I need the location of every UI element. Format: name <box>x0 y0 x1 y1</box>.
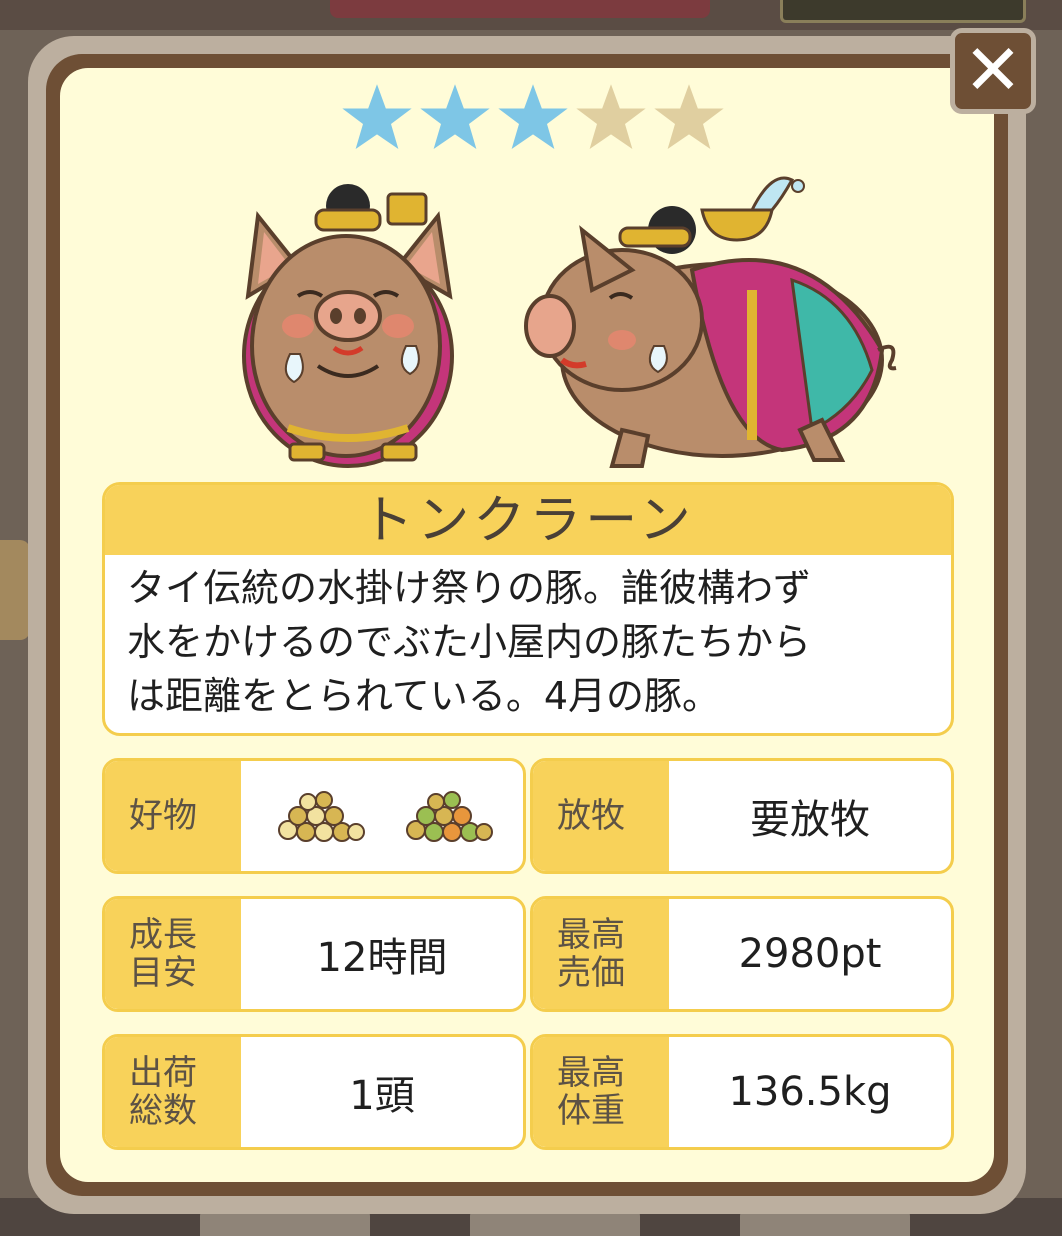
pig-description: タイ伝統の水掛け祭りの豚。誰彼構わず 水をかけるのでぶた小屋内の豚たちから は距… <box>105 555 951 723</box>
description-line: タイ伝統の水掛け祭りの豚。誰彼構わず <box>127 566 812 610</box>
star-empty-icon <box>576 84 646 150</box>
pig-front-illustration <box>242 184 454 468</box>
stat-label: 最高 体重 <box>533 1037 669 1147</box>
stat-value: 要放牧 <box>750 797 870 843</box>
background-left-arrow <box>0 540 30 640</box>
pig-side-illustration <box>524 176 897 468</box>
stat-label: 成長 目安 <box>105 899 241 1009</box>
pig-info-panel: トンクラーン タイ伝統の水掛け祭りの豚。誰彼構わず 水をかけるのでぶた小屋内の豚… <box>102 482 954 736</box>
close-button[interactable]: ✕ <box>950 28 1036 114</box>
description-line: 水をかけるのでぶた小屋内の豚たちから <box>127 620 812 664</box>
green-beans-icon <box>406 791 493 842</box>
stat-value: 12時間 <box>316 935 448 981</box>
description-line: は距離をとられている。4月の豚。 <box>127 674 721 718</box>
star-filled-icon <box>420 84 490 150</box>
stat-label: 最高 売価 <box>533 899 669 1009</box>
stat-label: 出荷 総数 <box>105 1037 241 1147</box>
stat-max-price: 最高 売価 2980pt <box>530 896 954 1012</box>
stat-max-weight: 最高 体重 136.5kg <box>530 1034 954 1150</box>
star-filled-icon <box>498 84 568 150</box>
close-icon: ✕ <box>963 29 1023 111</box>
stat-grazing: 放牧 要放牧 <box>530 758 954 874</box>
star-rating <box>340 82 730 152</box>
star-filled-icon <box>342 84 412 150</box>
yellow-beans-icon <box>278 791 365 842</box>
stat-shipped-count: 出荷 総数 1頭 <box>102 1034 526 1150</box>
background-title-bar <box>330 0 710 18</box>
stat-label: 好物 <box>105 761 241 871</box>
background-header <box>0 0 1062 30</box>
stat-value <box>241 761 523 871</box>
stat-value: 136.5kg <box>728 1069 892 1115</box>
stat-value: 2980pt <box>738 931 882 977</box>
star-empty-icon <box>654 84 724 150</box>
stat-growth-time: 成長 目安 12時間 <box>102 896 526 1012</box>
stat-favorite-food: 好物 <box>102 758 526 874</box>
pig-name: トンクラーン <box>105 485 951 555</box>
background-counter-box <box>780 0 1026 23</box>
stat-value: 1頭 <box>349 1073 415 1119</box>
stat-label: 放牧 <box>533 761 669 871</box>
